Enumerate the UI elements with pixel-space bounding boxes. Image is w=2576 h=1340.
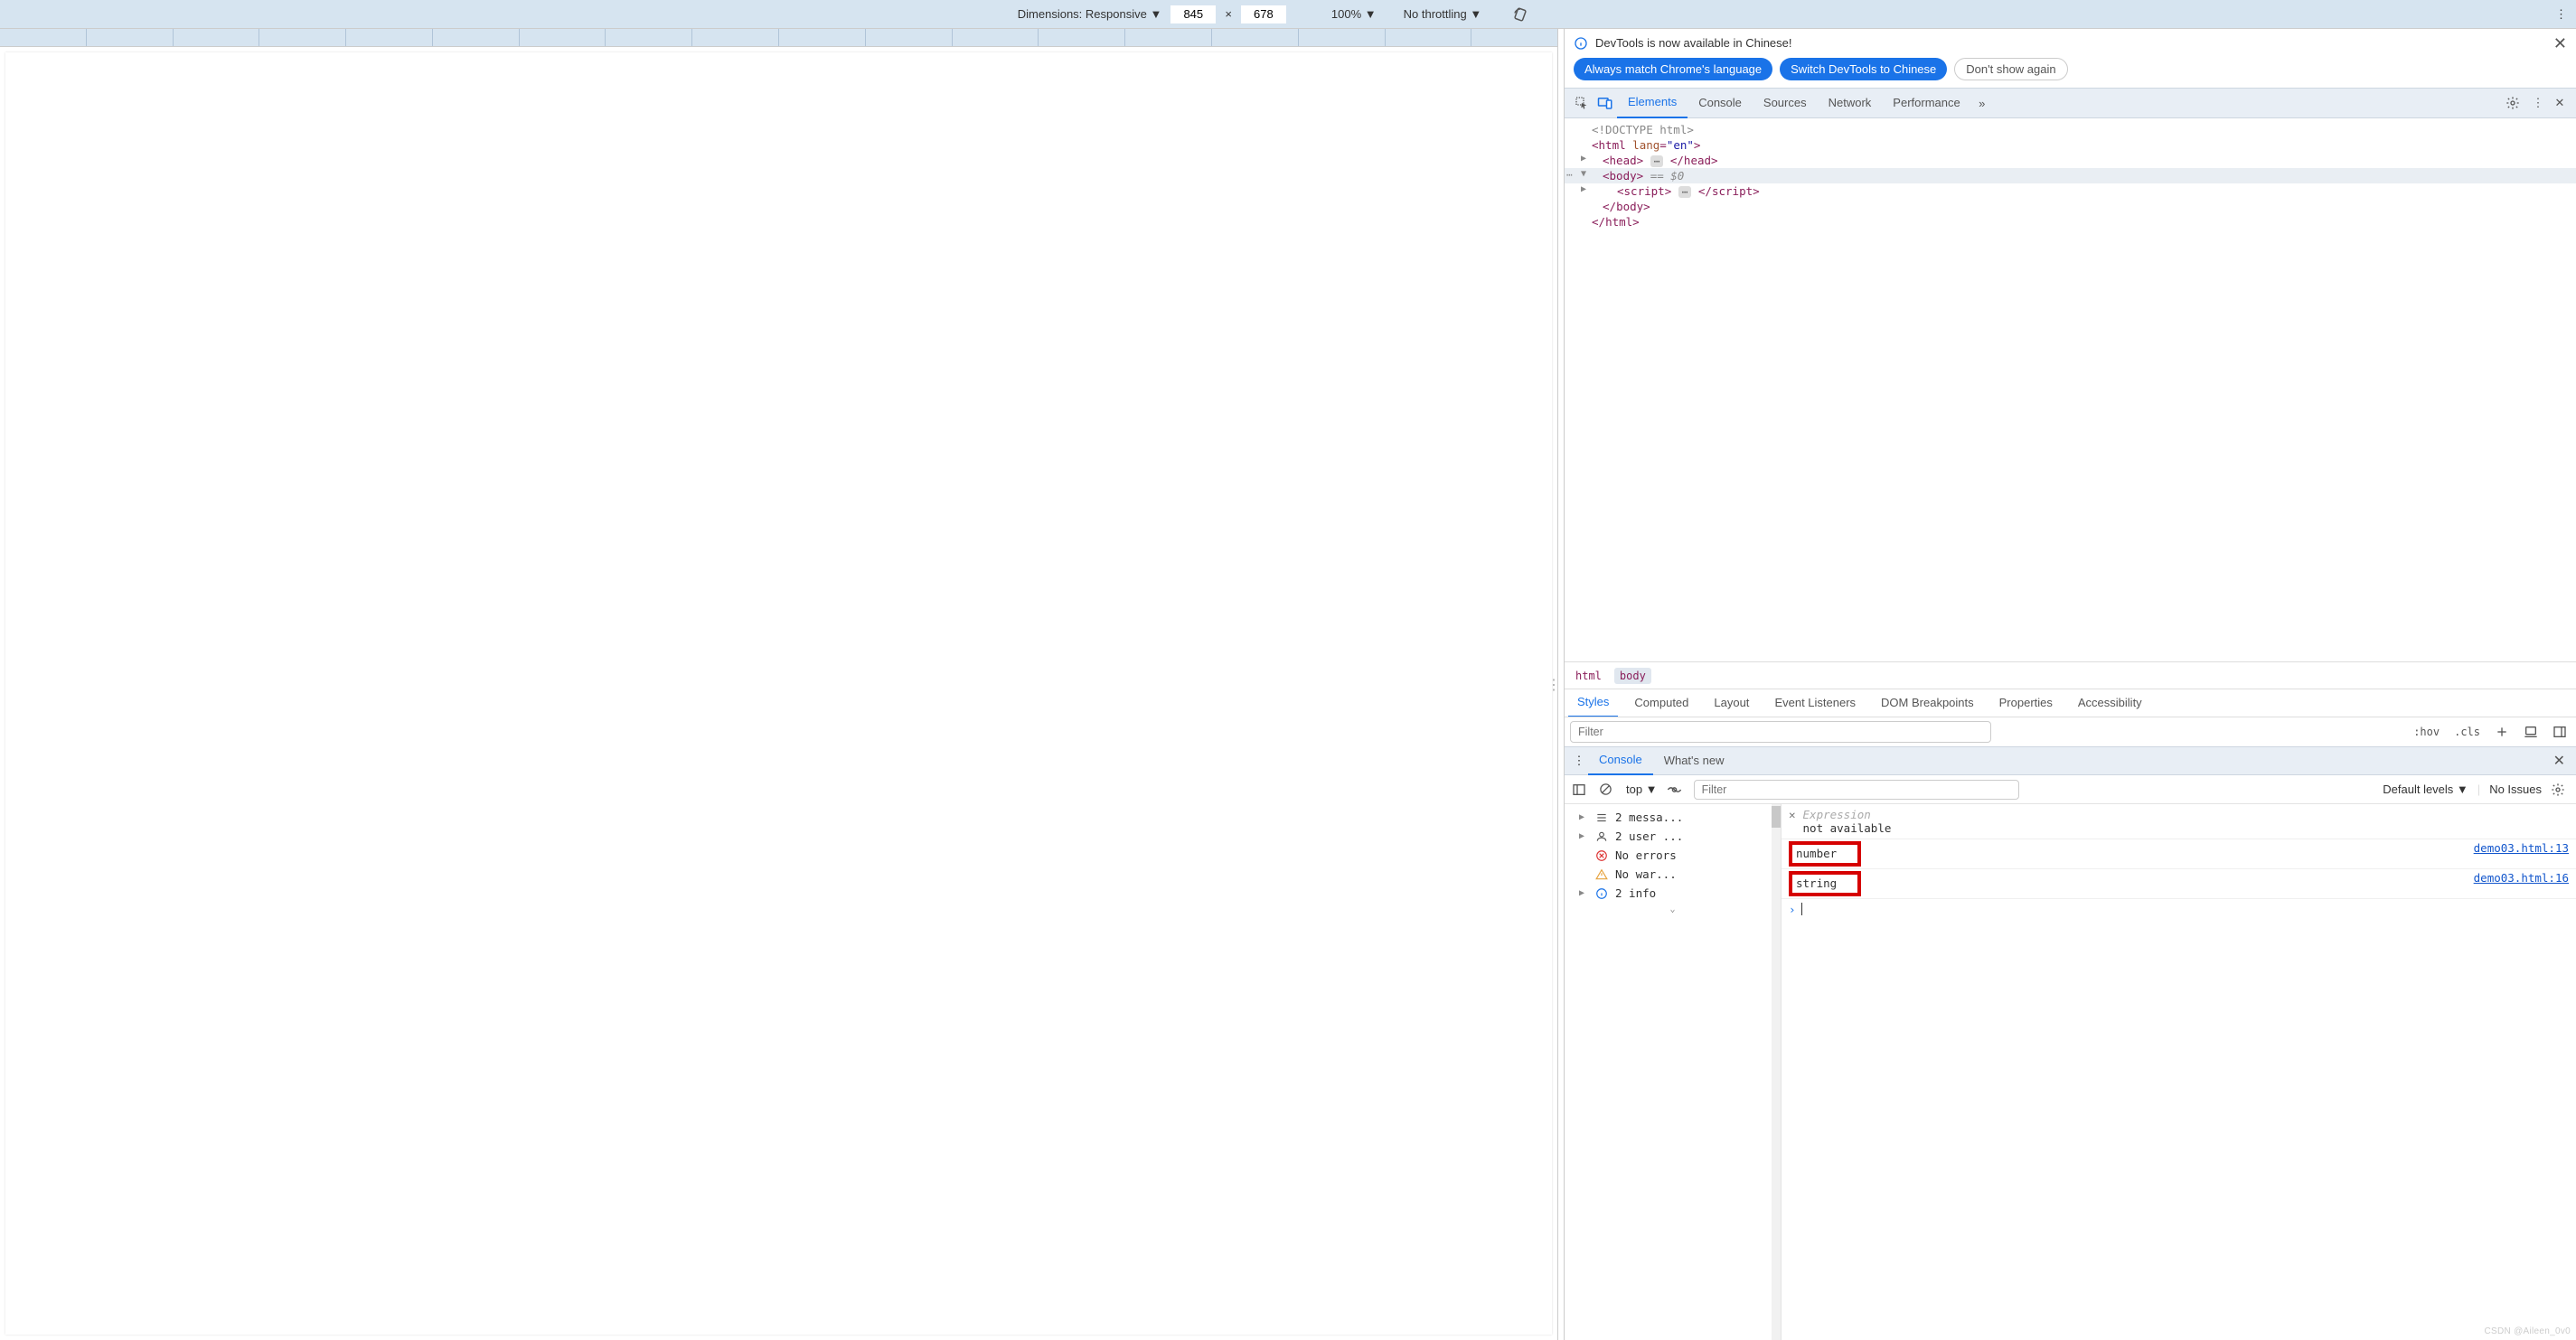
always-match-button[interactable]: Always match Chrome's language	[1574, 58, 1772, 80]
styles-toolbar: :hov .cls	[1565, 717, 2576, 746]
height-input[interactable]	[1241, 5, 1286, 23]
tab-console[interactable]: Console	[1688, 89, 1753, 117]
device-toggle-icon[interactable]	[1594, 96, 1617, 110]
error-icon	[1595, 849, 1608, 862]
drawer-more-icon[interactable]: ⋮	[1570, 754, 1588, 768]
zoom-dropdown[interactable]: 100% ▼	[1331, 7, 1377, 21]
log-row[interactable]: string demo03.html:16	[1782, 869, 2576, 899]
toggle-sidebar-icon[interactable]	[2549, 725, 2571, 739]
tab-layout[interactable]: Layout	[1705, 689, 1758, 717]
doctype: <!DOCTYPE html>	[1592, 123, 1694, 136]
live-expression-icon[interactable]	[1667, 783, 1685, 796]
breadcrumb-html[interactable]: html	[1575, 670, 1602, 682]
chevron-right-icon: ›	[1789, 903, 1796, 916]
breadcrumb: html body	[1565, 661, 2576, 689]
new-style-rule-icon[interactable]	[2491, 725, 2513, 739]
styles-filter-input[interactable]	[1570, 721, 1991, 743]
language-banner: DevTools is now available in Chinese! ✕	[1565, 29, 2576, 58]
device-toolbar: Dimensions: Responsive ▼ × 100% ▼ No thr…	[0, 5, 2546, 23]
list-icon	[1595, 811, 1608, 824]
sidebar-errors[interactable]: No errors	[1565, 846, 1781, 865]
device-icon[interactable]	[2520, 725, 2542, 739]
kebab-icon[interactable]: ⋮	[2527, 96, 2549, 110]
sidebar-info[interactable]: ▶ 2 info	[1565, 884, 1781, 903]
viewport-ruler	[0, 29, 1557, 47]
selected-node[interactable]: ⋯▼ <body> == $0	[1565, 168, 2576, 183]
device-top-bar: Dimensions: Responsive ▼ × 100% ▼ No thr…	[0, 0, 2576, 29]
dimensions-dropdown[interactable]: Dimensions: Responsive ▼	[1018, 7, 1162, 21]
console-prompt[interactable]: ›	[1782, 899, 2576, 920]
sidebar-toggle-icon[interactable]	[1572, 782, 1590, 797]
tab-styles[interactable]: Styles	[1568, 689, 1618, 717]
elements-tree[interactable]: <!DOCTYPE html> <html lang="en"> ▶ <head…	[1565, 118, 2576, 661]
tab-computed[interactable]: Computed	[1625, 689, 1697, 717]
console-filter-input[interactable]	[1694, 780, 2019, 800]
log-source-link[interactable]: demo03.html:16	[2474, 871, 2569, 896]
tab-event-listeners[interactable]: Event Listeners	[1765, 689, 1865, 717]
console-sidebar: ▶ 2 messa... ▶ 2 user ... No errors	[1565, 804, 1782, 1340]
expression-result: not available	[1803, 821, 1892, 835]
log-value: string	[1789, 871, 1861, 896]
warning-icon	[1595, 868, 1608, 881]
tab-performance[interactable]: Performance	[1882, 89, 1970, 117]
inspect-icon[interactable]	[1570, 96, 1594, 110]
remove-expression-icon[interactable]: ✕	[1789, 808, 1796, 821]
drawer-tab-whatsnew[interactable]: What's new	[1653, 747, 1735, 774]
console-output: ✕ Expression not available number demo03…	[1782, 804, 2576, 1340]
breadcrumb-body[interactable]: body	[1614, 668, 1651, 684]
sidebar-warnings[interactable]: No war...	[1565, 865, 1781, 884]
drawer-tab-console[interactable]: Console	[1588, 746, 1653, 775]
tab-properties[interactable]: Properties	[1990, 689, 2062, 717]
dont-show-button[interactable]: Don't show again	[1954, 58, 2067, 80]
console-toolbar: top ▼ Default levels ▼ | No Issues	[1565, 775, 2576, 804]
log-value: number	[1789, 841, 1861, 867]
issues-link[interactable]: No Issues	[2489, 782, 2542, 796]
banner-close-icon[interactable]: ✕	[2553, 34, 2567, 53]
settings-icon[interactable]	[2505, 96, 2527, 110]
drawer-close-icon[interactable]: ✕	[2548, 752, 2571, 770]
tab-sources[interactable]: Sources	[1753, 89, 1818, 117]
console-body: ▶ 2 messa... ▶ 2 user ... No errors	[1565, 804, 2576, 1340]
device-more-icon[interactable]: ⋮	[2546, 7, 2576, 22]
devtools-close-icon[interactable]: ✕	[2549, 96, 2571, 110]
throttling-dropdown[interactable]: No throttling ▼	[1404, 7, 1482, 21]
watermark: CSDN @Aileen_0v0	[2484, 1326, 2571, 1336]
clear-console-icon[interactable]	[1599, 782, 1617, 796]
console-settings-icon[interactable]	[2551, 782, 2569, 797]
devtools-tabbar: Elements Console Sources Network Perform…	[1565, 88, 2576, 118]
devtools-pane: DevTools is now available in Chinese! ✕ …	[1564, 29, 2576, 1340]
expression-placeholder[interactable]: Expression	[1803, 808, 1892, 821]
hov-button[interactable]: :hov	[2410, 726, 2443, 738]
log-source-link[interactable]: demo03.html:13	[2474, 841, 2569, 867]
width-input[interactable]	[1170, 5, 1216, 23]
tab-network[interactable]: Network	[1818, 89, 1883, 117]
rotate-icon[interactable]	[1512, 6, 1528, 23]
rendered-page[interactable]	[5, 52, 1552, 1335]
info-icon	[1574, 36, 1588, 51]
x-separator: ×	[1225, 7, 1232, 21]
switch-chinese-button[interactable]: Switch DevTools to Chinese	[1780, 58, 1947, 80]
viewport-pane	[0, 29, 1558, 1340]
levels-dropdown[interactable]: Default levels ▼	[2383, 782, 2468, 796]
tab-elements[interactable]: Elements	[1617, 88, 1688, 118]
sidebar-messages[interactable]: ▶ 2 messa...	[1565, 808, 1781, 827]
info-icon	[1595, 887, 1608, 900]
context-dropdown[interactable]: top ▼	[1626, 782, 1658, 796]
more-tabs-icon[interactable]: »	[1971, 97, 1993, 110]
banner-text: DevTools is now available in Chinese!	[1595, 36, 1792, 50]
sidebar-scrollbar[interactable]	[1772, 804, 1781, 1340]
sidebar-user[interactable]: ▶ 2 user ...	[1565, 827, 1781, 846]
cls-button[interactable]: .cls	[2450, 726, 2484, 738]
live-expression-row[interactable]: ✕ Expression not available	[1782, 804, 2576, 839]
tab-accessibility[interactable]: Accessibility	[2069, 689, 2151, 717]
log-row[interactable]: number demo03.html:13	[1782, 839, 2576, 869]
drawer-tabs: ⋮ Console What's new ✕	[1565, 746, 2576, 775]
styles-tabs: Styles Computed Layout Event Listeners D…	[1565, 689, 2576, 717]
tab-dom-breakpoints[interactable]: DOM Breakpoints	[1872, 689, 1983, 717]
user-icon	[1595, 830, 1608, 843]
